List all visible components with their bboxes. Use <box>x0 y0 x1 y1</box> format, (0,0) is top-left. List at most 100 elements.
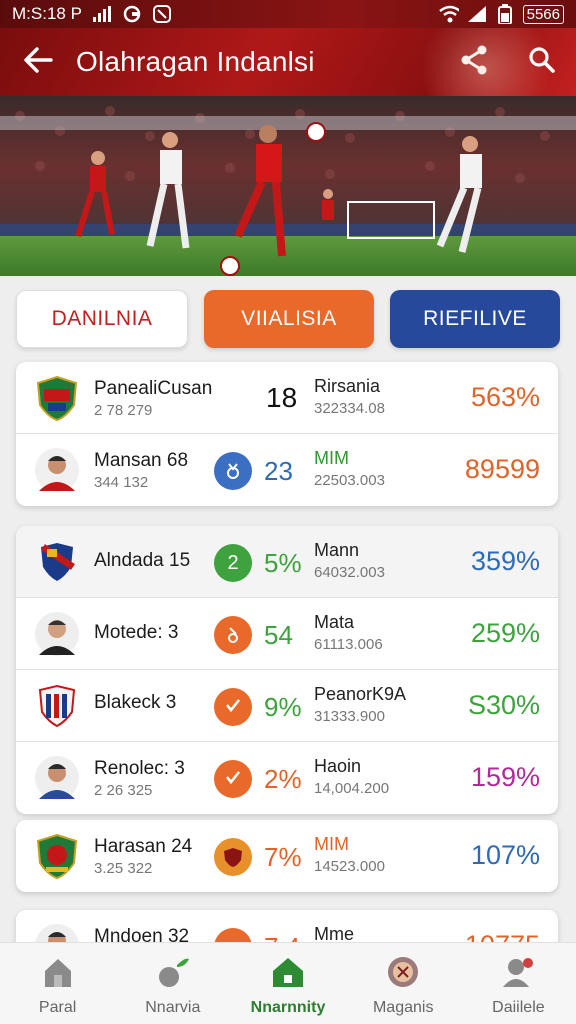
center-value: 18 <box>266 382 298 413</box>
badge-icon <box>383 953 423 991</box>
back-button[interactable] <box>0 28 76 96</box>
opponent-name: Haoin <box>314 756 362 776</box>
percent-value: S30% <box>467 690 540 720</box>
club-crest-icon <box>34 832 80 880</box>
profile-icon <box>498 953 538 991</box>
team-name: Blakeck 3 <box>94 692 177 713</box>
nav-item-maganis[interactable]: Maganis <box>346 943 461 1024</box>
nav-label: Daiilele <box>492 999 545 1016</box>
segment-tabs: DANILNIA VIIALISIA RIEFILIVE <box>16 290 560 348</box>
badge-number: 2 <box>227 551 239 574</box>
team-sub: 2 78 279 <box>94 402 153 419</box>
match-card: PanealiCusan 2 78 279 18 Rirsania 322334… <box>16 362 558 506</box>
center-value: 9% <box>264 692 302 722</box>
signal-icon <box>92 4 112 24</box>
list-item[interactable]: Blakeck 3 9% PeanorK9A 31333.900 S30% <box>16 670 558 742</box>
active-home-icon <box>268 953 308 991</box>
sync-icon <box>122 4 142 24</box>
status-time: M:S:18 P <box>12 4 82 23</box>
status-badge: 2 <box>214 544 252 582</box>
search-button[interactable] <box>508 28 576 96</box>
status-badge <box>214 688 252 726</box>
center-value: 54 <box>264 620 293 650</box>
center-value: 23 <box>264 456 293 486</box>
team-name: Mansan 68 <box>94 450 189 471</box>
team-sub: 3.25 322 <box>94 860 153 877</box>
center-value: 5% <box>264 548 302 578</box>
opponent-name: MIM <box>314 448 349 468</box>
opponent-name: Mata <box>314 612 355 632</box>
percent-value: 563% <box>470 382 540 412</box>
nav-item-nnarvia[interactable]: Nnarvia <box>115 943 230 1024</box>
center-value: 2% <box>264 764 302 794</box>
tab-riefilive[interactable]: RIEFILIVE <box>390 290 560 348</box>
percent-value: 107% <box>470 840 540 870</box>
status-bar: M:S:18 P 5566 <box>0 0 576 28</box>
percent-value: 259% <box>470 618 540 648</box>
status-badge <box>214 838 252 876</box>
opponent-sub: 14,004.200 <box>314 780 390 797</box>
nav-item-nnarnnity[interactable]: Nnarnnity <box>230 943 345 1024</box>
list-item[interactable]: Harasan 24 3.25 322 7% MIM 14523.000 107… <box>16 820 558 892</box>
page-title: Olahragan Indanlsi <box>76 46 315 77</box>
opponent-name: Mann <box>314 540 360 560</box>
bottom-navigation: Paral Nnarvia Nnarnnity Maganis Daiilele <box>0 942 576 1024</box>
tab-viialisia[interactable]: VIIALISIA <box>204 290 374 348</box>
opponent-name: MIM <box>314 834 349 854</box>
match-card: Harasan 24 3.25 322 7% MIM 14523.000 107… <box>16 820 558 892</box>
arrow-left-icon <box>23 46 53 78</box>
status-badge <box>214 452 252 490</box>
opponent-sub: 22503.003 <box>314 472 385 489</box>
opponent-sub: 61113.006 <box>314 636 383 653</box>
list-item[interactable]: Renolec: 3 2 26 325 2% Haoin 14,004.200 … <box>16 742 558 814</box>
club-crest-icon <box>34 682 80 730</box>
status-badge <box>214 760 252 798</box>
list-item[interactable]: Motede: 3 54 Mata 61113.006 259% <box>16 598 558 670</box>
notification-icon <box>152 4 172 24</box>
nav-label: Maganis <box>372 999 434 1016</box>
check-icon <box>223 695 243 720</box>
team-name: Motede: 3 <box>94 622 179 643</box>
hero-football-image <box>0 96 576 276</box>
list-item[interactable]: Alndada 15 2 5% Mann 64032.003 359% <box>16 526 558 598</box>
opponent-sub: 31333.900 <box>314 708 385 725</box>
opponent-sub: 14523.000 <box>314 858 385 875</box>
percent-value: 159% <box>470 762 540 792</box>
player-avatar-icon <box>34 446 80 494</box>
club-crest-icon <box>34 374 80 422</box>
share-button[interactable] <box>440 28 508 96</box>
app-bar: Olahragan Indanlsi <box>0 28 576 96</box>
percent-value: 89599 <box>464 454 540 484</box>
list-item[interactable]: Mansan 68 344 132 23 MIM 22503.003 89599 <box>16 434 558 506</box>
center-value: 7% <box>264 842 302 872</box>
nav-item-paral[interactable]: Paral <box>0 943 115 1024</box>
opponent-sub: 64032.003 <box>314 564 385 581</box>
nav-label: Nnarnnity <box>250 999 326 1016</box>
club-crest-icon <box>34 538 80 586</box>
percent-value: 359% <box>470 546 540 576</box>
nav-item-daiilele[interactable]: Daiilele <box>461 943 576 1024</box>
status-right-text: 5566 <box>522 4 564 24</box>
team-name: Renolec: 3 <box>94 758 185 779</box>
home-icon <box>38 953 78 991</box>
cell-signal-icon <box>467 4 487 24</box>
player-avatar-icon <box>34 610 80 658</box>
ball-icon <box>153 953 193 991</box>
tab-danilnia[interactable]: DANILNIA <box>16 290 188 348</box>
share-icon <box>460 45 488 80</box>
list-item[interactable]: PanealiCusan 2 78 279 18 Rirsania 322334… <box>16 362 558 434</box>
opponent-name: Rirsania <box>314 376 381 396</box>
team-name: Harasan 24 <box>94 836 193 857</box>
team-sub: 2 26 325 <box>94 782 153 799</box>
status-badge <box>214 616 252 654</box>
opponent-sub: 322334.08 <box>314 400 385 417</box>
team-name: PanealiCusan <box>94 378 213 399</box>
team-sub: 344 132 <box>94 474 149 491</box>
check-icon <box>223 767 243 792</box>
team-name: Alndada 15 <box>94 550 191 571</box>
player-avatar-icon <box>34 754 80 802</box>
match-card: Alndada 15 2 5% Mann 64032.003 359% Mote… <box>16 526 558 814</box>
opponent-name: PeanorK9A <box>314 684 407 704</box>
nav-label: Paral <box>38 999 77 1016</box>
battery-icon <box>495 4 515 24</box>
